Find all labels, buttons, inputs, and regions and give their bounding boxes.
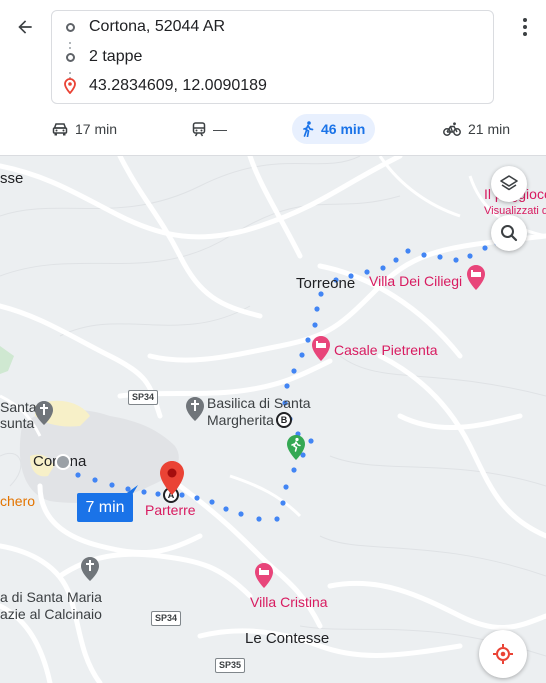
tab-drive[interactable]: 17 min <box>42 114 127 144</box>
layers-button[interactable] <box>491 166 527 202</box>
back-arrow-icon <box>18 20 32 34</box>
circle-icon <box>62 19 78 35</box>
train-icon <box>192 121 206 136</box>
hotel-icon[interactable] <box>311 335 331 363</box>
stops-text: 2 tappe <box>89 48 143 65</box>
car-icon <box>52 123 68 136</box>
map-label-casale-pietrenta: Casale Pietrenta <box>334 342 438 358</box>
tab-transit[interactable]: — <box>182 114 237 144</box>
road-shield-sp34: SP34 <box>151 611 182 626</box>
map-label-basilica: Basilica di Santa <box>207 395 311 411</box>
destination-text: 43.2834609, 12.0090189 <box>89 77 267 94</box>
hotel-icon[interactable] <box>254 562 274 590</box>
search-icon <box>501 225 518 242</box>
my-location-button[interactable] <box>479 630 527 678</box>
travel-mode-tabs: 17 min — 46 min 21 min <box>0 112 546 146</box>
map-label-calcinaio: azie al Calcinaio <box>0 606 102 622</box>
map-label-villa-cristina: Villa Cristina <box>250 594 328 610</box>
stops-field[interactable]: 2 tappe <box>62 45 482 69</box>
more-options-button[interactable] <box>514 10 536 44</box>
tab-bike[interactable]: 21 min <box>433 114 520 144</box>
map-label-sse: sse <box>0 170 24 187</box>
my-location-icon <box>493 644 513 664</box>
church-icon[interactable] <box>185 396 205 422</box>
road-shield-sp35: SP35 <box>215 658 246 673</box>
road-shield-sp34: SP34 <box>128 390 159 405</box>
church-icon[interactable] <box>80 556 100 582</box>
map-label-santa-maria: a di Santa Maria <box>0 589 102 605</box>
circle-icon <box>62 49 78 65</box>
destination-pin-icon[interactable] <box>159 460 185 496</box>
hotel-icon[interactable] <box>466 264 486 292</box>
route-duration-text: 7 min <box>85 498 125 516</box>
back-button[interactable] <box>8 10 42 44</box>
origin-marker[interactable] <box>55 454 71 470</box>
transit-duration: — <box>213 121 227 137</box>
map-label-santa: Santa <box>0 399 37 415</box>
more-vert-icon <box>523 18 527 36</box>
walk-duration: 46 min <box>321 121 366 137</box>
search-along-route-button[interactable] <box>491 215 527 251</box>
route-duration-label[interactable]: 7 min <box>77 493 133 522</box>
map-view[interactable]: sse Il poggioceli Visualizzati d Torreon… <box>0 156 546 683</box>
origin-field[interactable]: Cortona, 52044 AR <box>62 15 482 39</box>
drive-duration: 17 min <box>75 121 118 137</box>
map-label-villa-ciliegi: Villa Dei Ciliegi <box>369 273 463 289</box>
tab-walk[interactable]: 46 min <box>292 114 376 144</box>
waypoint-b-label: B <box>280 415 288 425</box>
map-label-chero: chero <box>0 493 36 509</box>
walk-icon <box>303 121 314 137</box>
hiking-icon[interactable] <box>286 434 306 462</box>
church-icon[interactable] <box>34 400 54 426</box>
map-label-sunta: sunta <box>0 415 35 431</box>
bike-duration: 21 min <box>468 121 511 137</box>
map-label-margherita: Margherita <box>207 412 274 428</box>
map-label-parterre: Parterre <box>145 502 196 518</box>
waypoint-b-marker[interactable]: B <box>276 412 292 428</box>
origin-text: Cortona, 52044 AR <box>89 18 226 35</box>
directions-panel: Cortona, 52044 AR 2 tappe 43.2834609, 12… <box>0 0 546 156</box>
bike-icon <box>443 122 461 136</box>
map-label-le-contesse: Le Contesse <box>245 630 330 647</box>
route-stops-box: Cortona, 52044 AR 2 tappe 43.2834609, 12… <box>51 10 494 104</box>
layers-icon <box>500 175 518 191</box>
map-label-torreone: Torreone <box>296 275 356 292</box>
location-pin-icon <box>62 78 78 94</box>
destination-field[interactable]: 43.2834609, 12.0090189 <box>62 74 482 98</box>
